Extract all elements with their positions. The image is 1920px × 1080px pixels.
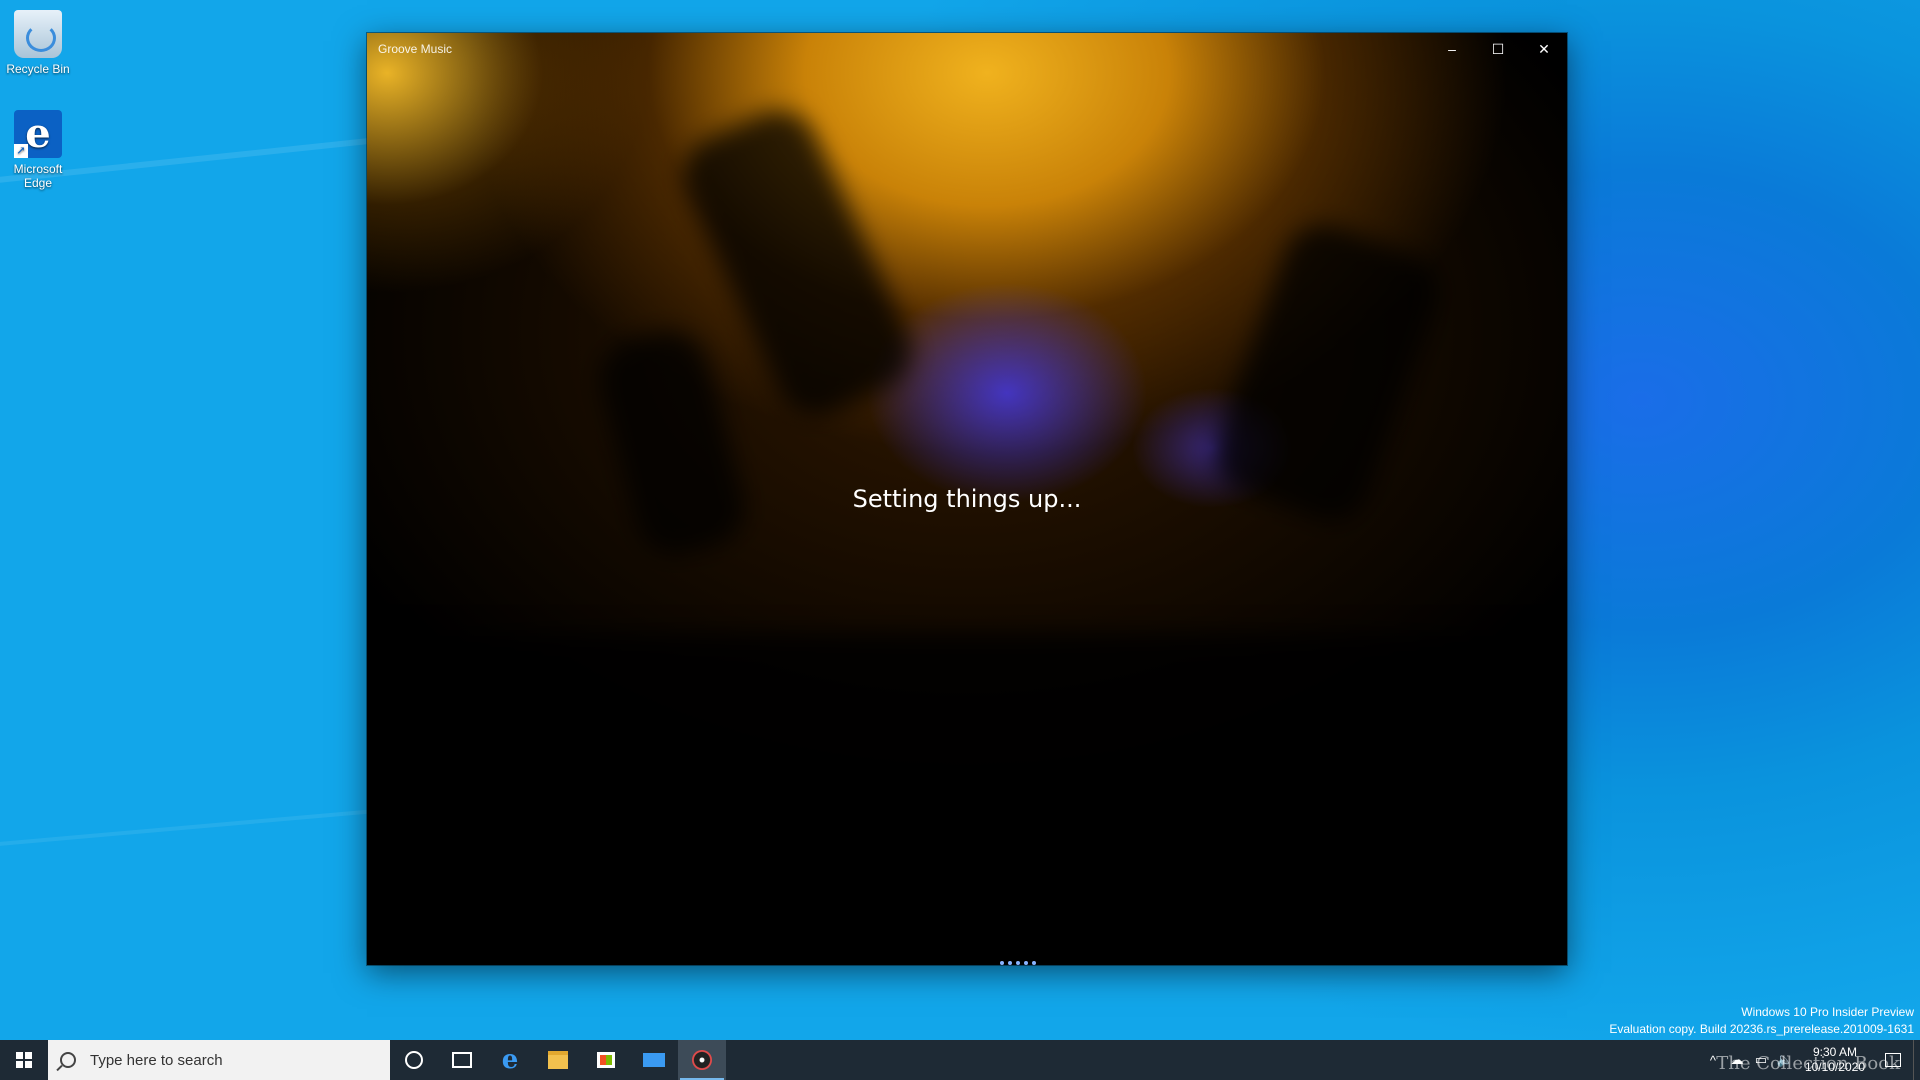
show-desktop-button[interactable] (1913, 1040, 1920, 1080)
minimize-button[interactable]: – (1429, 33, 1475, 65)
maximize-button[interactable]: ☐ (1475, 33, 1521, 65)
title-bar[interactable]: Groove Music – ☐ ✕ (367, 33, 1567, 65)
watermark-line: Evaluation copy. Build 20236.rs_prerelea… (1609, 1022, 1914, 1036)
windows-build-watermark: Windows 10 Pro Insider Preview Evaluatio… (1609, 1004, 1914, 1038)
progress-dot (1016, 961, 1020, 965)
close-button[interactable]: ✕ (1521, 33, 1567, 65)
edge-icon: e ↗ (14, 110, 62, 158)
collection-book-watermark-logo: The Collection Book (1716, 1053, 1900, 1074)
desktop-icon-recycle-bin[interactable]: Recycle Bin (0, 4, 76, 76)
mail-icon (643, 1053, 665, 1067)
loading-status-text: Setting things up... (852, 485, 1082, 513)
watermark-line: Windows 10 Pro Insider Preview (1741, 1005, 1914, 1019)
search-input[interactable] (88, 1050, 372, 1070)
file-explorer-icon (548, 1051, 568, 1069)
store-icon (597, 1052, 615, 1068)
start-icon (16, 1052, 32, 1068)
edge-icon: e (501, 1045, 519, 1075)
task-view-button[interactable] (438, 1040, 486, 1080)
taskbar-search-box[interactable] (48, 1040, 390, 1080)
taskbar-mail-button[interactable] (630, 1040, 678, 1080)
taskbar-store-button[interactable] (582, 1040, 630, 1080)
task-view-icon (452, 1052, 472, 1068)
progress-dot (1008, 961, 1012, 965)
progress-dot (1032, 961, 1036, 965)
groove-music-window[interactable]: Groove Music – ☐ ✕ Setting things up... (367, 33, 1567, 965)
progress-dot (1000, 961, 1004, 965)
progress-dots (1000, 961, 1036, 965)
recycle-bin-icon (14, 10, 62, 58)
background-shadow (367, 633, 1567, 965)
taskbar-groove-music-button[interactable] (678, 1040, 726, 1080)
taskbar-edge-button[interactable]: e (486, 1040, 534, 1080)
desktop-icon-label: Microsoft Edge (13, 162, 63, 190)
groove-music-icon (692, 1050, 712, 1070)
taskbar: e ^ ☁ ▭ 🔈 9:30 AM 10/10/2020 (0, 1040, 1920, 1080)
shortcut-arrow-icon: ↗ (14, 144, 28, 158)
desktop-icon-microsoft-edge[interactable]: e ↗ Microsoft Edge (0, 104, 76, 190)
search-icon (60, 1052, 76, 1068)
window-title: Groove Music (378, 42, 453, 56)
taskbar-file-explorer-button[interactable] (534, 1040, 582, 1080)
start-button[interactable] (0, 1040, 48, 1080)
desktop-icon-label: Recycle Bin (6, 62, 70, 76)
cortana-button[interactable] (390, 1040, 438, 1080)
cortana-icon (405, 1051, 423, 1069)
progress-dot (1024, 961, 1028, 965)
